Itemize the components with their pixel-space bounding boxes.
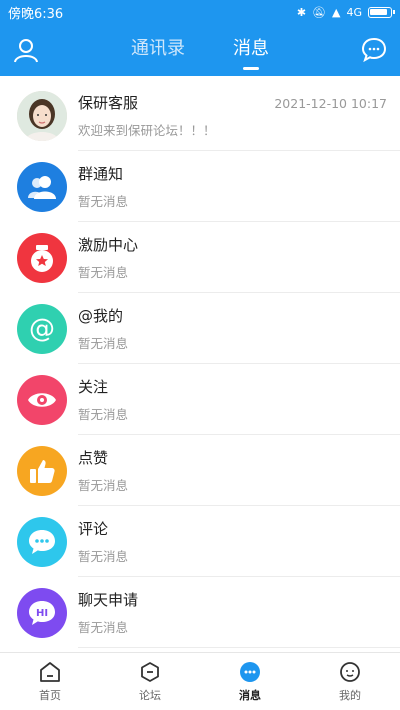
avatar: @ [17,303,67,354]
avatar [17,232,67,283]
list-item[interactable]: 点赞 暂无消息 [0,435,400,506]
chat-button[interactable] [348,24,400,76]
nav-messages[interactable]: 消息 [200,653,300,710]
network-type: 4G [346,5,362,19]
item-texts: 群通知 暂无消息 [78,151,400,222]
item-texts: 激励中心 暂无消息 [78,222,400,293]
avatar [17,374,67,425]
item-title: @我的 [78,306,124,325]
status-time: 傍晚6:36 [8,6,64,22]
item-subtitle: 暂无消息 [78,477,129,493]
item-subtitle: 暂无消息 [78,264,129,280]
item-time: 2021-12-10 10:17 [274,96,387,111]
header-tabs: 通讯录 消息 [52,24,348,76]
avatar: HI [17,587,67,638]
chat-bubble-icon [361,37,387,63]
item-subtitle: 暂无消息 [78,548,129,564]
tab-messages[interactable]: 消息 [229,24,273,76]
item-title: 激励中心 [78,235,139,254]
bluetooth-icon: ✱ [296,5,307,19]
nav-home-label: 首页 [39,688,61,702]
thumbs-up-icon [30,459,55,483]
item-subtitle: 暂无消息 [78,619,129,635]
item-texts: @我的 暂无消息 [78,293,400,364]
user-photo-icon [17,90,67,141]
home-icon [40,661,60,682]
message-icon [240,661,260,682]
svg-text:@: @ [29,314,55,344]
nav-forum[interactable]: 论坛 [100,653,200,710]
nav-messages-label: 消息 [239,688,261,702]
item-title: 点赞 [78,448,109,467]
item-texts: 点赞 暂无消息 [78,435,400,506]
item-texts: 保研客服 欢迎来到保研论坛！！！ 2021-12-10 10:17 [78,80,400,151]
battery-icon [368,6,395,18]
svg-text:HI: HI [36,608,48,619]
nav-home[interactable]: 首页 [0,653,100,710]
mute-icon: 🔕︎ [312,5,326,19]
top-header: 通讯录 消息 [0,24,400,76]
list-item[interactable]: 保研客服 欢迎来到保研论坛！！！ 2021-12-10 10:17 [0,80,400,151]
signal-icon: ▲ [332,5,341,19]
item-texts: 关注 暂无消息 [78,364,400,435]
tab-contacts[interactable]: 通讯录 [127,24,189,76]
item-texts: 评论 暂无消息 [78,506,400,577]
item-subtitle: 暂无消息 [78,193,129,209]
group-icon [28,175,56,199]
forum-icon [141,661,159,682]
list-item[interactable]: 激励中心 暂无消息 [0,222,400,293]
message-list: 保研客服 欢迎来到保研论坛！！！ 2021-12-10 10:17 群通知 暂无… [0,80,400,648]
badge-icon [31,244,53,272]
list-item[interactable]: 群通知 暂无消息 [0,151,400,222]
profile-button[interactable] [0,24,52,76]
list-item[interactable]: 关注 暂无消息 [0,364,400,435]
avatar [17,90,67,141]
item-title: 群通知 [78,164,124,183]
avatar [17,161,67,212]
item-subtitle: 暂无消息 [78,406,129,422]
comment-icon [29,529,55,554]
status-icons: ✱ 🔕︎ ▲ 4G [296,5,395,19]
status-bar: 傍晚6:36 ✱ 🔕︎ ▲ 4G [0,0,400,24]
nav-profile-label: 我的 [339,688,361,702]
avatar [17,516,67,567]
user-icon [14,39,38,63]
eye-icon [28,392,56,407]
item-texts: 聊天申请 暂无消息 [78,577,400,648]
list-item[interactable]: 评论 暂无消息 [0,506,400,577]
item-subtitle: 欢迎来到保研论坛！！！ [78,122,216,138]
bottom-tab-bar: 首页 论坛 消息 我的 [0,652,400,710]
at-icon: @ [29,314,55,344]
profile-icon [340,661,360,682]
nav-profile[interactable]: 我的 [300,653,400,710]
hi-chat-icon: HI [29,600,55,625]
list-item[interactable]: @ @我的 暂无消息 [0,293,400,364]
item-title: 聊天申请 [78,590,139,609]
nav-forum-label: 论坛 [139,688,161,702]
item-title: 关注 [78,377,109,396]
list-item[interactable]: HI 聊天申请 暂无消息 [0,577,400,648]
item-title: 评论 [78,519,109,538]
item-subtitle: 暂无消息 [78,335,129,351]
avatar [17,445,67,496]
